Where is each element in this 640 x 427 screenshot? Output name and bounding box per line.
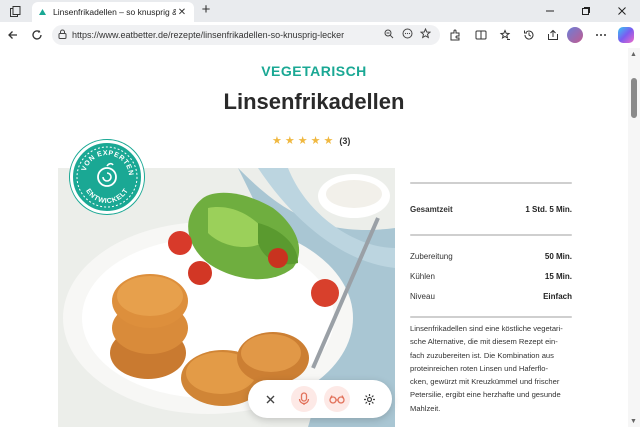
svg-text:ENTWICKELT: ENTWICKELT: [84, 187, 130, 205]
restore-icon[interactable]: [568, 0, 604, 22]
copilot-icon[interactable]: [618, 27, 634, 43]
total-time-label: Gesamtzeit: [410, 204, 453, 214]
total-time-value: 1 Std. 5 Min.: [525, 204, 572, 214]
recipe-description: Linsenfrikadellen sind eine köstliche ve…: [410, 322, 578, 415]
divider: [410, 182, 572, 184]
divider: [410, 234, 572, 236]
divider: [410, 316, 572, 318]
scrollbar-thumb[interactable]: [631, 78, 637, 118]
difficulty-row: Niveau Einfach: [410, 286, 572, 306]
star-icon: ★: [297, 135, 308, 147]
gear-icon[interactable]: [357, 386, 383, 412]
recipe-category[interactable]: VEGETARISCH: [0, 63, 628, 79]
tab-close-icon[interactable]: ✕: [176, 7, 188, 18]
recipe-info-panel: Gesamtzeit 1 Std. 5 Min. Zubereitung 50 …: [410, 180, 572, 320]
share-icon[interactable]: [544, 26, 562, 44]
new-tab-button[interactable]: +: [198, 1, 214, 19]
web-page: VEGETARISCH Linsenfrikadellen ★ ★ ★ ★ ★ …: [0, 48, 628, 427]
cool-time-label: Kühlen: [410, 271, 435, 281]
favorite-icon[interactable]: [416, 27, 434, 42]
prep-time-label: Zubereitung: [410, 251, 453, 261]
rating[interactable]: ★ ★ ★ ★ ★ (3): [272, 134, 350, 147]
tab-title: Linsenfrikadellen – so knusprig &: [53, 7, 176, 17]
split-screen-icon[interactable]: [472, 26, 490, 44]
navigation-bar: https://www.eatbetter.de/rezepte/linsenf…: [0, 22, 640, 48]
prep-time-row: Zubereitung 50 Min.: [410, 246, 572, 266]
total-time-row: Gesamtzeit 1 Std. 5 Min.: [410, 186, 572, 232]
history-icon[interactable]: [520, 26, 538, 44]
star-icon: ★: [272, 135, 282, 147]
description-line: Petersilie, ergibt eine herzhafte und ge…: [410, 390, 561, 400]
difficulty-value: Einfach: [543, 291, 572, 301]
close-icon[interactable]: [258, 386, 284, 412]
more-icon[interactable]: [398, 28, 416, 42]
scroll-down-icon[interactable]: ▼: [630, 418, 637, 425]
glasses-icon[interactable]: [323, 386, 350, 412]
tab-active[interactable]: Linsenfrikadellen – so knusprig & ✕: [32, 2, 194, 22]
minimize-icon[interactable]: [532, 0, 568, 22]
rating-count: (3): [339, 135, 351, 146]
description-line: fach zuzubereiten ist. Die Kombination a…: [410, 350, 554, 360]
page-title: Linsenfrikadellen: [223, 89, 405, 114]
back-icon[interactable]: [4, 26, 22, 44]
reload-icon[interactable]: [28, 26, 46, 44]
microphone-icon[interactable]: [290, 386, 317, 412]
collections-icon[interactable]: [496, 26, 514, 44]
window-close-icon[interactable]: [604, 0, 640, 22]
page-scrollbar[interactable]: ▲ ▼: [628, 48, 640, 427]
url-text[interactable]: https://www.eatbetter.de/rezepte/linsenf…: [72, 30, 380, 40]
tab-strip: Linsenfrikadellen – so knusprig & ✕ +: [0, 0, 640, 22]
prep-time-value: 50 Min.: [544, 251, 572, 261]
star-icon: ★: [284, 135, 295, 147]
floating-toolbar: [248, 380, 392, 418]
extensions-icon[interactable]: [446, 26, 464, 44]
description-line: cken, gewürzt mit Kreuzkümmel und frisch…: [410, 377, 560, 387]
cool-time-row: Kühlen 15 Min.: [410, 266, 572, 286]
settings-more-icon[interactable]: [592, 26, 610, 44]
avatar[interactable]: [567, 27, 583, 43]
star-icon: ★: [310, 135, 321, 147]
star-icon: ★: [323, 135, 334, 147]
tab-actions-icon[interactable]: [6, 3, 24, 19]
description-line: Mahlzeit.: [410, 403, 441, 413]
description-line: proteinreichen roten Linsen und Haferflo…: [410, 363, 549, 373]
difficulty-label: Niveau: [410, 291, 435, 301]
address-bar[interactable]: https://www.eatbetter.de/rezepte/linsenf…: [52, 25, 440, 45]
experts-badge: VON EXPERTEN ENTWICKELT: [70, 140, 144, 214]
scroll-up-icon[interactable]: ▲: [630, 51, 637, 58]
description-line: Linsenfrikadellen sind eine köstliche ve…: [410, 324, 563, 333]
description-line: sche Alternative, die mit diesem Rezept …: [410, 337, 558, 347]
zoom-icon[interactable]: [380, 29, 398, 42]
site-favicon-icon: [38, 8, 47, 17]
cool-time-value: 15 Min.: [544, 271, 572, 281]
lock-icon[interactable]: [58, 29, 72, 41]
